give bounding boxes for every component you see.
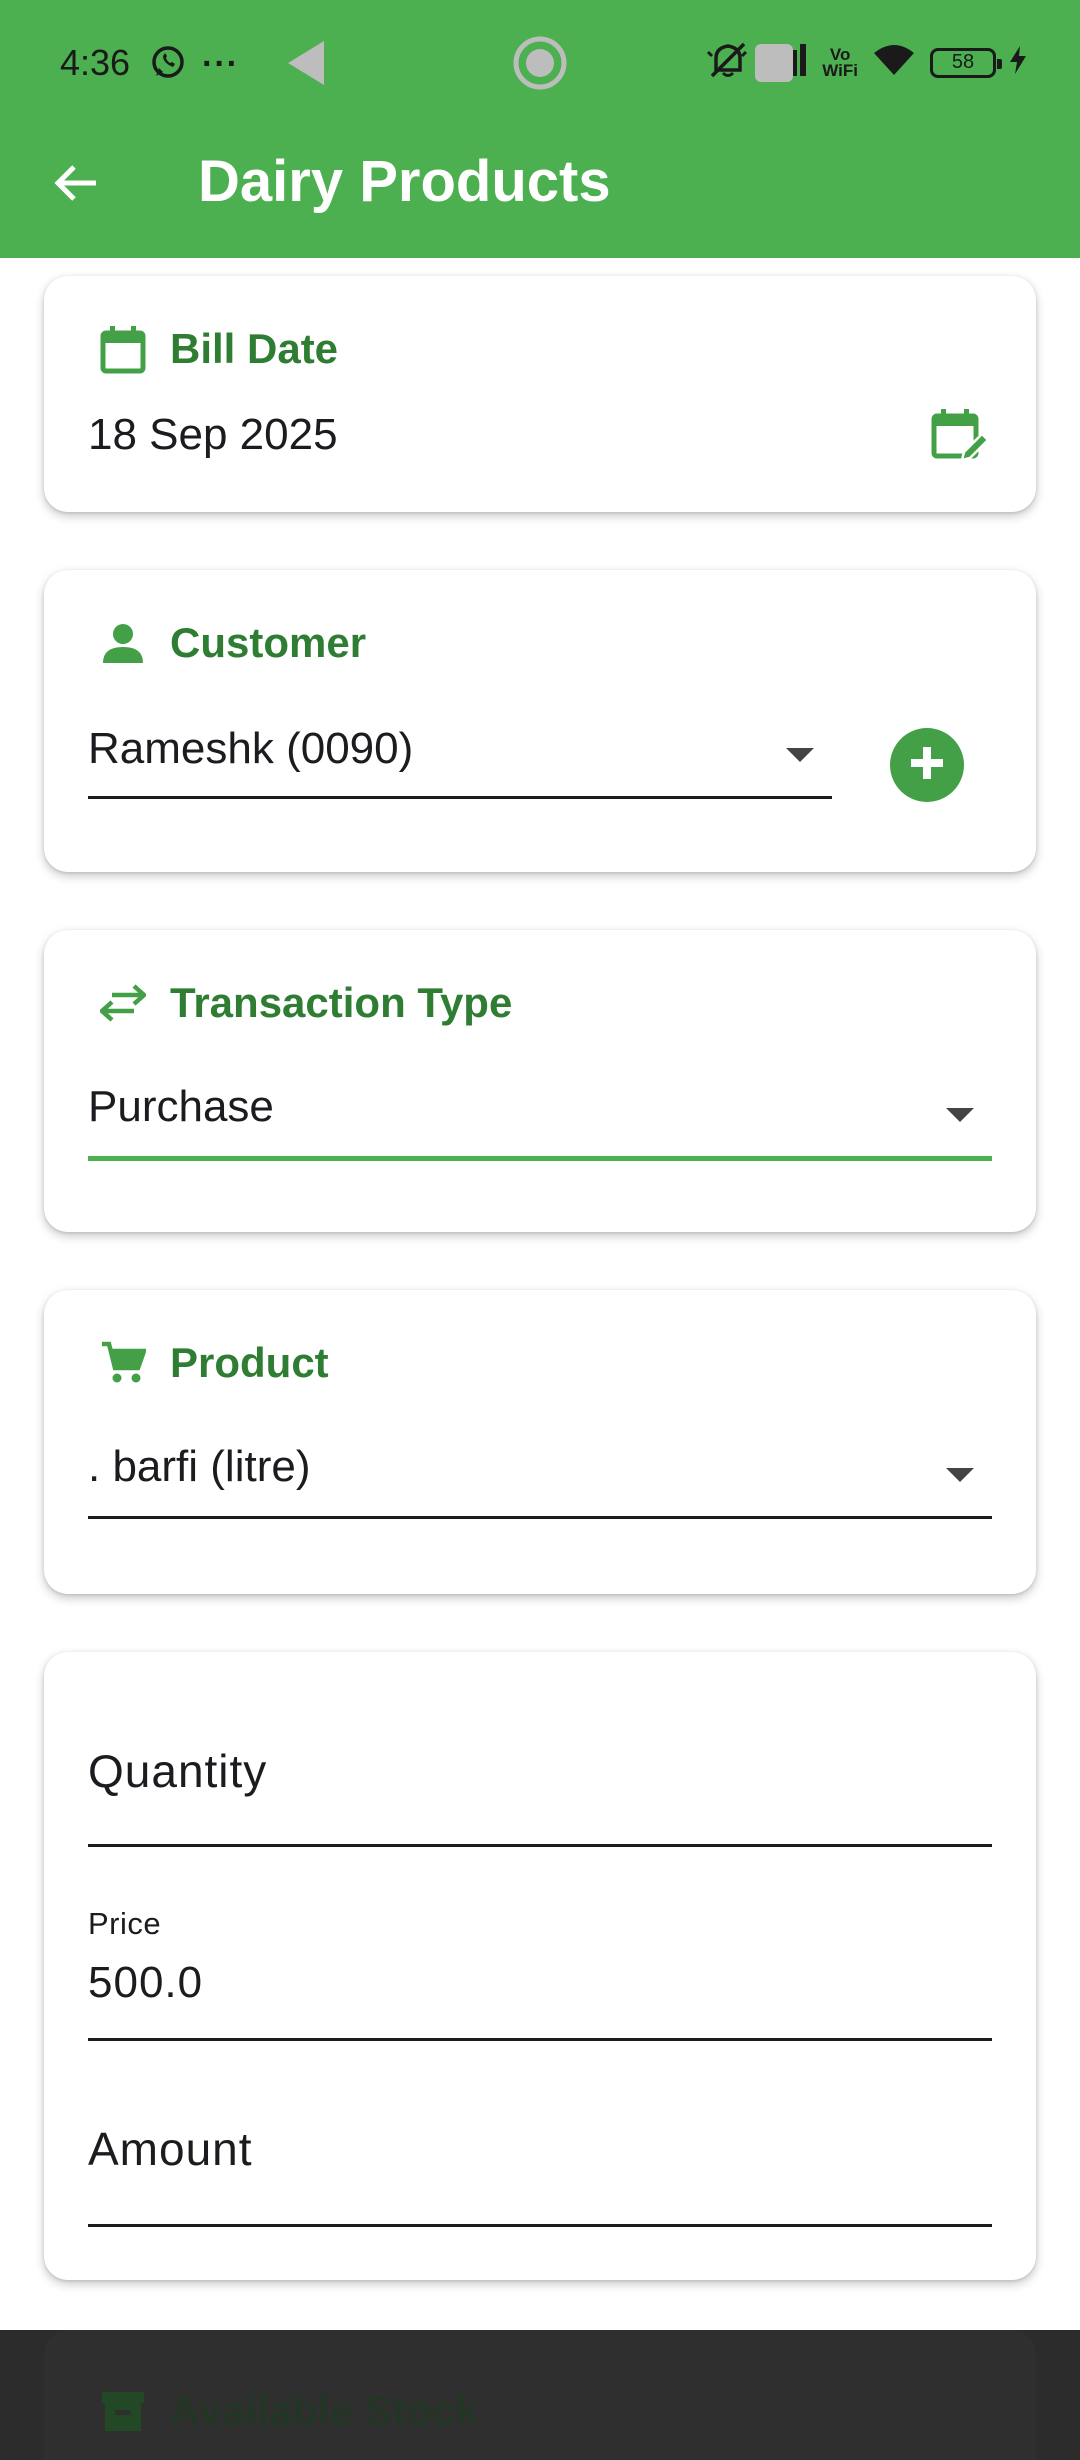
product-card: Product . barfi (litre) <box>44 1290 1036 1594</box>
quantity-underline <box>88 1844 992 1847</box>
amount-field[interactable]: Amount <box>88 2122 992 2242</box>
chevron-down-icon <box>786 748 814 762</box>
customer-label: Customer <box>170 619 367 666</box>
product-label: Product <box>170 1339 329 1386</box>
bill-date-value: 18 Sep 2025 <box>88 410 338 459</box>
customer-card: Customer Rameshk (0090) <box>44 570 1036 872</box>
swap-icon <box>98 978 148 1028</box>
vowifi-indicator: Vo WiFi <box>822 44 858 80</box>
transaction-type-label: Transaction Type <box>170 979 513 1026</box>
quantity-field[interactable]: Quantity <box>88 1730 992 1850</box>
charging-icon <box>1008 44 1028 81</box>
wifi-icon <box>870 41 918 84</box>
home-circle-icon <box>512 35 568 96</box>
product-selected-value: . barfi (litre) <box>88 1442 311 1491</box>
back-button[interactable] <box>46 155 106 215</box>
product-dropdown[interactable]: . barfi (litre) <box>88 1440 992 1520</box>
page-title: Dairy Products <box>198 149 611 214</box>
amount-underline <box>88 2224 992 2227</box>
calendar-edit-icon[interactable] <box>930 406 992 473</box>
customer-underline <box>88 796 832 799</box>
price-label: Price <box>88 1906 162 1941</box>
price-field[interactable]: Price 500.0 <box>88 1902 992 2042</box>
battery-indicator: 58 <box>930 47 1002 78</box>
nav-home-button[interactable] <box>510 35 570 95</box>
product-underline <box>88 1516 992 1519</box>
customer-dropdown[interactable]: Rameshk (0090) <box>88 720 832 800</box>
amount-label: Amount <box>88 2123 253 2175</box>
transaction-type-selected-value: Purchase <box>88 1082 274 1131</box>
arrow-back-icon <box>52 159 100 212</box>
price-underline <box>88 2038 992 2041</box>
bill-date-card: Bill Date 18 Sep 2025 <box>44 276 1036 512</box>
transaction-type-card: Transaction Type Purchase <box>44 930 1036 1232</box>
triangle-back-icon <box>284 39 328 92</box>
nav-back-button[interactable] <box>276 35 336 95</box>
chevron-down-icon <box>946 1468 974 1482</box>
cart-icon <box>98 1338 148 1388</box>
available-stock-label: Available Stock <box>170 2387 479 2434</box>
quantity-label: Quantity <box>88 1745 268 1797</box>
calendar-icon <box>98 324 148 374</box>
square-recents-icon <box>753 42 795 89</box>
bill-date-label: Bill Date <box>170 325 339 372</box>
archive-icon <box>98 2386 148 2436</box>
transaction-type-dropdown[interactable]: Purchase <box>88 1080 992 1162</box>
customer-selected-value: Rameshk (0090) <box>88 724 414 773</box>
whatsapp-icon <box>150 44 186 85</box>
chevron-down-icon <box>946 1108 974 1122</box>
price-value: 500.0 <box>88 1958 204 2007</box>
pricing-card: Quantity Price 500.0 Amount <box>44 1652 1036 2280</box>
add-customer-button[interactable] <box>890 728 964 802</box>
more-notifications-icon: ··· <box>202 45 239 83</box>
person-icon <box>98 618 148 668</box>
add-circle-icon <box>907 743 947 788</box>
app-bar: Dairy Products <box>0 128 1080 258</box>
transaction-type-underline <box>88 1156 992 1161</box>
status-time: 4:36 <box>60 42 131 83</box>
nav-recents-button[interactable] <box>744 35 804 95</box>
